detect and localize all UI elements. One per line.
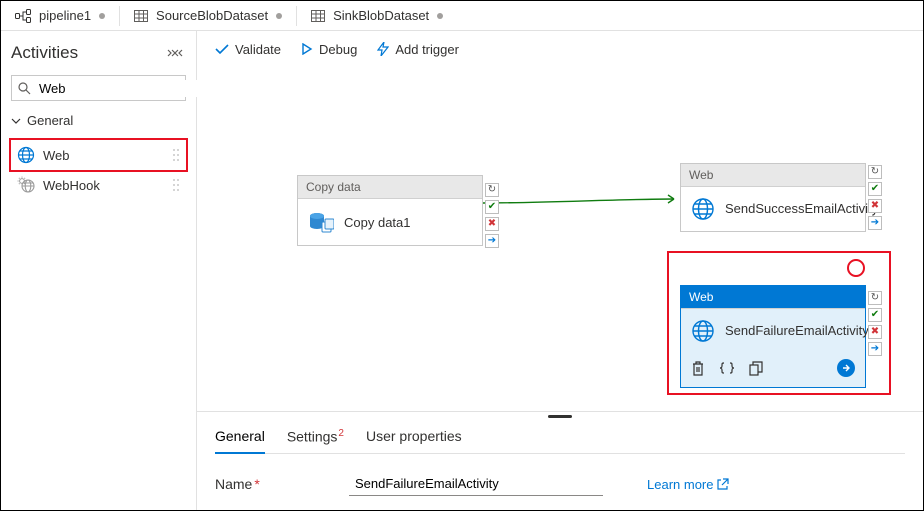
node-title: SendSuccessEmailActivity	[725, 201, 878, 217]
activity-label: Web	[43, 148, 70, 163]
dirty-dot-icon	[99, 13, 105, 19]
lightning-icon	[377, 42, 389, 56]
dirty-dot-icon	[437, 13, 443, 19]
activities-title: Activities	[11, 43, 78, 63]
add-trigger-label: Add trigger	[395, 42, 459, 57]
open-icon[interactable]	[837, 359, 855, 377]
props-tab-label: User properties	[366, 428, 462, 444]
validate-button[interactable]: Validate	[215, 42, 281, 57]
chevron-down-icon	[11, 116, 21, 126]
props-tab-label: General	[215, 428, 265, 444]
node-copy-data[interactable]: Copy data Copy data1	[297, 175, 483, 246]
tab-source-dataset[interactable]: SourceBlobDataset	[120, 1, 296, 31]
badge-completion-icon[interactable]: ➔	[868, 216, 882, 230]
dataset-icon	[311, 10, 325, 22]
check-icon	[215, 43, 229, 55]
search-icon	[18, 82, 31, 95]
badge-success-icon[interactable]: ✔	[868, 308, 882, 322]
play-icon	[301, 43, 313, 55]
annotation-circle	[847, 259, 865, 277]
code-icon[interactable]	[719, 361, 735, 375]
edge-success	[482, 191, 682, 215]
group-label: General	[27, 113, 73, 128]
name-input[interactable]	[349, 472, 603, 496]
properties-panel: General Settings2 User properties Name* …	[197, 411, 923, 510]
editor-tab-strip: pipeline1 SourceBlobDataset SinkBlobData…	[1, 1, 923, 31]
globe-icon	[17, 146, 35, 164]
activities-search[interactable]	[11, 75, 186, 101]
activity-label: WebHook	[43, 178, 100, 193]
debug-label: Debug	[319, 42, 357, 57]
debug-button[interactable]: Debug	[301, 42, 357, 57]
name-label: Name*	[215, 476, 325, 492]
tab-sink-dataset[interactable]: SinkBlobDataset	[297, 1, 457, 31]
search-input[interactable]	[37, 80, 217, 97]
badge-success-icon[interactable]: ✔	[485, 200, 499, 214]
clone-icon[interactable]	[749, 361, 763, 376]
node-header: Copy data	[298, 176, 482, 199]
props-tab-user-properties[interactable]: User properties	[366, 420, 462, 453]
badge-failure-icon[interactable]: ✖	[868, 199, 882, 213]
add-trigger-button[interactable]: Add trigger	[377, 42, 459, 57]
activity-web[interactable]: Web	[11, 140, 186, 170]
badge-completion-icon[interactable]: ➔	[485, 234, 499, 248]
validate-label: Validate	[235, 42, 281, 57]
tab-label: SourceBlobDataset	[156, 8, 268, 23]
tab-label: SinkBlobDataset	[333, 8, 429, 23]
props-tab-general[interactable]: General	[215, 420, 265, 453]
delete-icon[interactable]	[691, 361, 705, 376]
badge-iteration-icon[interactable]: ↻	[485, 183, 499, 197]
activity-webhook[interactable]: WebHook	[11, 170, 186, 200]
node-title: Copy data1	[344, 215, 411, 230]
group-general[interactable]: General	[11, 109, 186, 132]
badge-failure-icon[interactable]: ✖	[485, 217, 499, 231]
badge-iteration-icon[interactable]: ↻	[868, 165, 882, 179]
badge-iteration-icon[interactable]: ↻	[868, 291, 882, 305]
node-header: Web	[681, 164, 865, 187]
pipeline-icon	[15, 9, 31, 23]
settings-badge: 2	[338, 428, 344, 439]
activities-header: Activities	[11, 39, 186, 67]
copy-data-icon	[308, 209, 334, 235]
pipeline-toolbar: Validate Debug Add trigger	[197, 31, 923, 67]
tab-pipeline1[interactable]: pipeline1	[1, 1, 119, 31]
node-header: Web	[681, 286, 865, 309]
panel-resize-handle[interactable]	[215, 412, 905, 420]
badge-completion-icon[interactable]: ➔	[868, 342, 882, 356]
gear-globe-icon	[17, 176, 35, 194]
pipeline-canvas[interactable]: Copy data Copy data1 ↻ ✔ ✖ ➔	[197, 67, 923, 411]
badge-failure-icon[interactable]: ✖	[868, 325, 882, 339]
learn-more-label: Learn more	[647, 477, 713, 492]
learn-more-link[interactable]: Learn more	[647, 477, 729, 492]
globe-icon	[691, 319, 715, 343]
external-link-icon	[717, 478, 729, 490]
drag-grip-icon	[172, 148, 180, 162]
dataset-icon	[134, 10, 148, 22]
tab-label: pipeline1	[39, 8, 91, 23]
node-title: SendFailureEmailActivity	[725, 323, 869, 339]
node-send-success[interactable]: Web SendSuccessEmailActivity	[680, 163, 866, 232]
props-tab-settings[interactable]: Settings2	[287, 420, 344, 453]
node-send-failure[interactable]: Web SendFailureEmailActivity	[680, 285, 866, 388]
activities-panel: Activities General	[1, 31, 197, 510]
props-tab-label: Settings	[287, 429, 338, 445]
badge-success-icon[interactable]: ✔	[868, 182, 882, 196]
globe-icon	[691, 197, 715, 221]
drag-grip-icon	[172, 178, 180, 192]
panel-collapse-icon[interactable]	[164, 47, 186, 59]
dirty-dot-icon	[276, 13, 282, 19]
